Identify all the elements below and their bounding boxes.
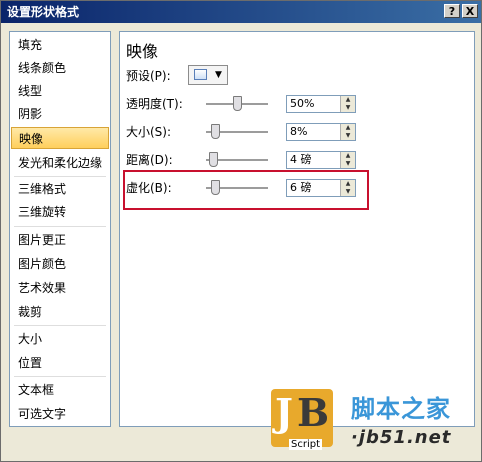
size-value: 8% xyxy=(290,125,308,138)
size-label: 大小(S): xyxy=(126,125,172,139)
sidebar-item-shadow[interactable]: 阴影 xyxy=(11,103,109,125)
spin-buttons: ▲ ▼ xyxy=(340,96,355,112)
spin-down-icon[interactable]: ▼ xyxy=(341,104,355,112)
sidebar-item-fill[interactable]: 填充 xyxy=(11,34,109,56)
sidebar-item-line-color[interactable]: 线条颜色 xyxy=(11,57,109,79)
sidebar-item-line-style[interactable]: 线型 xyxy=(11,80,109,102)
transparency-value: 50% xyxy=(290,97,315,110)
reflection-panel: 映像 预设(P): ▼ 透明度(T): 50% ▲ ▼ 大小(S): 8% ▲ … xyxy=(119,31,475,427)
slider-thumb[interactable] xyxy=(209,152,218,167)
watermark-site-name: 脚本之家 xyxy=(351,395,451,423)
distance-input[interactable]: 4 磅 ▲ ▼ xyxy=(286,151,356,169)
sidebar-item-position[interactable]: 位置 xyxy=(11,352,109,374)
title-bar[interactable]: 设置形状格式 ? X xyxy=(1,1,481,23)
sidebar-item-artistic-effects[interactable]: 艺术效果 xyxy=(11,277,109,299)
distance-value: 4 磅 xyxy=(290,153,312,166)
spin-up-icon[interactable]: ▲ xyxy=(341,96,355,104)
transparency-slider[interactable] xyxy=(206,96,268,112)
sidebar-item-3d-format[interactable]: 三维格式 xyxy=(11,178,109,200)
sidebar-item-alt-text[interactable]: 可选文字 xyxy=(11,403,109,425)
close-button[interactable]: X xyxy=(462,4,478,18)
size-slider[interactable] xyxy=(206,124,268,140)
logo-script-text: Script xyxy=(289,439,323,450)
format-shape-dialog: 设置形状格式 ? X 填充 线条颜色 线型 阴影 映像 发光和柔化边缘 三维格式… xyxy=(0,0,482,462)
distance-slider[interactable] xyxy=(206,152,268,168)
spin-up-icon[interactable]: ▲ xyxy=(341,152,355,160)
spin-buttons: ▲ ▼ xyxy=(340,124,355,140)
preset-label: 预设(P): xyxy=(126,69,171,83)
list-divider xyxy=(14,176,106,177)
sidebar-item-crop[interactable]: 裁剪 xyxy=(11,301,109,323)
spin-down-icon[interactable]: ▼ xyxy=(341,160,355,168)
list-divider xyxy=(14,226,106,227)
list-divider xyxy=(14,376,106,377)
sidebar-item-size[interactable]: 大小 xyxy=(11,328,109,350)
category-list: 填充 线条颜色 线型 阴影 映像 发光和柔化边缘 三维格式 三维旋转 图片更正 … xyxy=(9,31,111,427)
size-input[interactable]: 8% ▲ ▼ xyxy=(286,123,356,141)
site-watermark: J B Script 脚本之家 ·jb51.net xyxy=(271,389,479,459)
reflection-preset-icon xyxy=(194,69,207,80)
window-title: 设置形状格式 xyxy=(7,5,80,19)
distance-label: 距离(D): xyxy=(126,153,173,167)
sidebar-item-3d-rotation[interactable]: 三维旋转 xyxy=(11,201,109,223)
watermark-url: ·jb51.net xyxy=(351,427,452,448)
preset-dropdown[interactable]: ▼ xyxy=(188,65,228,85)
spin-up-icon[interactable]: ▲ xyxy=(341,124,355,132)
slider-thumb[interactable] xyxy=(211,124,220,139)
slider-thumb[interactable] xyxy=(233,96,242,111)
sidebar-item-glow-soft-edges[interactable]: 发光和柔化边缘 xyxy=(11,152,109,174)
spin-down-icon[interactable]: ▼ xyxy=(341,132,355,140)
blur-highlight-box xyxy=(123,170,369,210)
sidebar-item-reflection[interactable]: 映像 xyxy=(11,127,109,149)
sidebar-item-picture-color[interactable]: 图片颜色 xyxy=(11,253,109,275)
spin-buttons: ▲ ▼ xyxy=(340,152,355,168)
sidebar-item-picture-corrections[interactable]: 图片更正 xyxy=(11,229,109,251)
logo-letter-b: B xyxy=(297,390,330,435)
sidebar-item-text-box[interactable]: 文本框 xyxy=(11,379,109,401)
logo-letter-j: J xyxy=(275,390,293,435)
page-title: 映像 xyxy=(126,42,159,61)
transparency-label: 透明度(T): xyxy=(126,97,183,111)
list-divider xyxy=(14,325,106,326)
chevron-down-icon: ▼ xyxy=(215,70,222,80)
transparency-input[interactable]: 50% ▲ ▼ xyxy=(286,95,356,113)
help-button[interactable]: ? xyxy=(444,4,460,18)
